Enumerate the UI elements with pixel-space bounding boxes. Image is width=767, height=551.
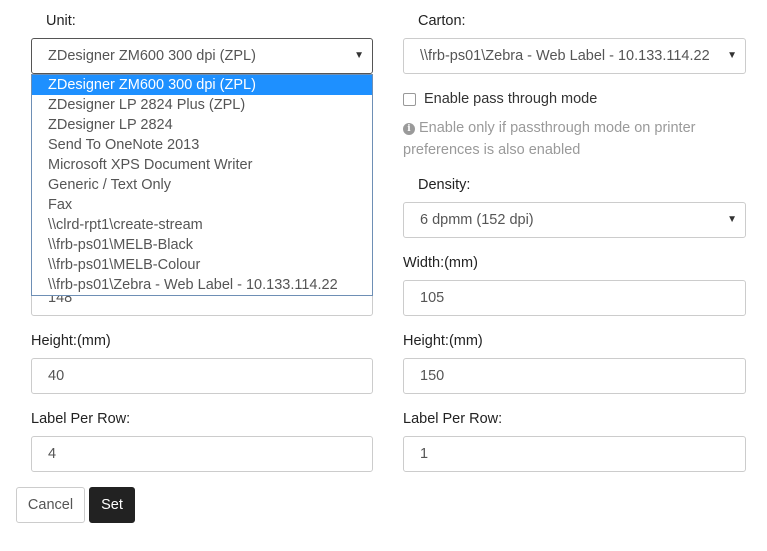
dropdown-option[interactable]: \\frb-ps01\Zebra - Web Label - 10.133.11… — [32, 275, 372, 295]
dropdown-option[interactable]: Send To OneNote 2013 — [32, 135, 372, 155]
caret-down-icon: ▼ — [727, 214, 737, 225]
left-height-input[interactable]: 40 — [31, 358, 373, 394]
dropdown-option[interactable]: ZDesigner ZM600 300 dpi (ZPL) — [32, 75, 372, 95]
cancel-button[interactable]: Cancel — [16, 487, 85, 523]
density-select[interactable]: 6 dpmm (152 dpi) ▼ — [403, 202, 746, 238]
dropdown-option[interactable]: Microsoft XPS Document Writer — [32, 155, 372, 175]
caret-down-icon: ▼ — [354, 50, 364, 61]
right-height-label: Height:(mm) — [403, 333, 483, 349]
unit-dropdown-list: ZDesigner ZM600 300 dpi (ZPL) ZDesigner … — [31, 74, 373, 296]
right-width-label: Width:(mm) — [403, 255, 478, 271]
left-height-value: 40 — [48, 368, 65, 384]
dropdown-option[interactable]: ZDesigner LP 2824 — [32, 115, 372, 135]
left-height-label: Height:(mm) — [31, 333, 111, 349]
carton-select[interactable]: \\frb-ps01\Zebra - Web Label - 10.133.11… — [403, 38, 746, 74]
dropdown-option[interactable]: Fax — [32, 195, 372, 215]
dropdown-option[interactable]: \\clrd-rpt1\create-stream — [32, 215, 372, 235]
right-per-row-label: Label Per Row: — [403, 411, 503, 427]
passthrough-label: Enable pass through mode — [424, 91, 598, 107]
right-width-input[interactable]: 105 — [403, 280, 746, 316]
dropdown-option[interactable]: \\frb-ps01\MELB-Colour — [32, 255, 372, 275]
carton-select-value: \\frb-ps01\Zebra - Web Label - 10.133.11… — [420, 48, 710, 64]
carton-label: Carton: — [418, 13, 466, 29]
left-per-row-label: Label Per Row: — [31, 411, 131, 427]
passthrough-hint-text: Enable only if passthrough mode on print… — [403, 120, 696, 158]
caret-down-icon: ▼ — [727, 50, 737, 61]
info-icon: i — [403, 123, 415, 135]
right-width-value: 105 — [420, 290, 445, 306]
density-select-value: 6 dpmm (152 dpi) — [420, 212, 534, 228]
set-button[interactable]: Set — [89, 487, 135, 523]
left-per-row-value: 4 — [48, 446, 57, 462]
right-per-row-value: 1 — [420, 446, 429, 462]
dropdown-option[interactable]: ZDesigner LP 2824 Plus (ZPL) — [32, 95, 372, 115]
right-height-input[interactable]: 150 — [403, 358, 746, 394]
passthrough-checkbox[interactable] — [403, 93, 416, 106]
dropdown-option[interactable]: \\frb-ps01\MELB-Black — [32, 235, 372, 255]
passthrough-hint: i Enable only if passthrough mode on prin… — [403, 117, 743, 161]
density-label: Density: — [418, 177, 471, 193]
unit-select[interactable]: ZDesigner ZM600 300 dpi (ZPL) ▼ — [31, 38, 373, 74]
unit-select-value: ZDesigner ZM600 300 dpi (ZPL) — [48, 48, 256, 64]
dropdown-option[interactable]: Generic / Text Only — [32, 175, 372, 195]
right-per-row-input[interactable]: 1 — [403, 436, 746, 472]
right-height-value: 150 — [420, 368, 445, 384]
unit-label: Unit: — [46, 13, 76, 29]
left-per-row-input[interactable]: 4 — [31, 436, 373, 472]
